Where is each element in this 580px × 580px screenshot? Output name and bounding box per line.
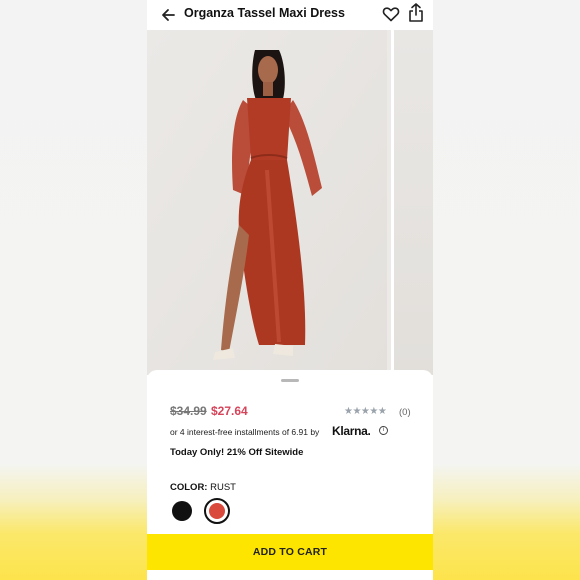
color-swatch-black[interactable] [172,501,192,521]
top-app-bar: Organza Tassel Maxi Dress [147,0,433,30]
selected-color-name: RUST [210,482,236,493]
color-label: COLOR: [170,482,208,493]
klarna-logo[interactable]: Klarna. [332,424,371,438]
back-arrow-icon[interactable] [159,5,179,25]
page-title: Organza Tassel Maxi Dress [184,6,345,20]
sale-price: $27.64 [211,404,248,418]
product-photo [147,30,387,375]
original-price: $34.99 [170,404,207,418]
review-count[interactable]: (0) [399,407,411,418]
installments-text: or 4 interest-free installments of 6.91 … [170,427,320,437]
next-photo-preview[interactable] [391,30,433,375]
color-selector-label: COLOR: RUST [170,482,236,493]
product-details-sheet: $34.99 $27.64 ★★★★★ (0) or 4 interest-fr… [147,370,433,580]
info-icon[interactable]: i [379,426,388,435]
promo-banner-text: Today Only! 21% Off Sitewide [170,447,304,458]
rating-stars-icon[interactable]: ★★★★★ [344,406,387,417]
product-screen: Organza Tassel Maxi Dress $34.99 $27.64 … [147,0,433,580]
share-icon[interactable] [406,2,426,24]
color-swatch-rust-fill [209,503,225,519]
heart-icon[interactable] [381,4,401,24]
color-swatch-rust[interactable] [204,498,230,524]
add-to-cart-button[interactable]: ADD TO CART [147,534,433,570]
sheet-drag-handle[interactable] [281,379,299,382]
product-image-gallery[interactable] [147,30,433,375]
